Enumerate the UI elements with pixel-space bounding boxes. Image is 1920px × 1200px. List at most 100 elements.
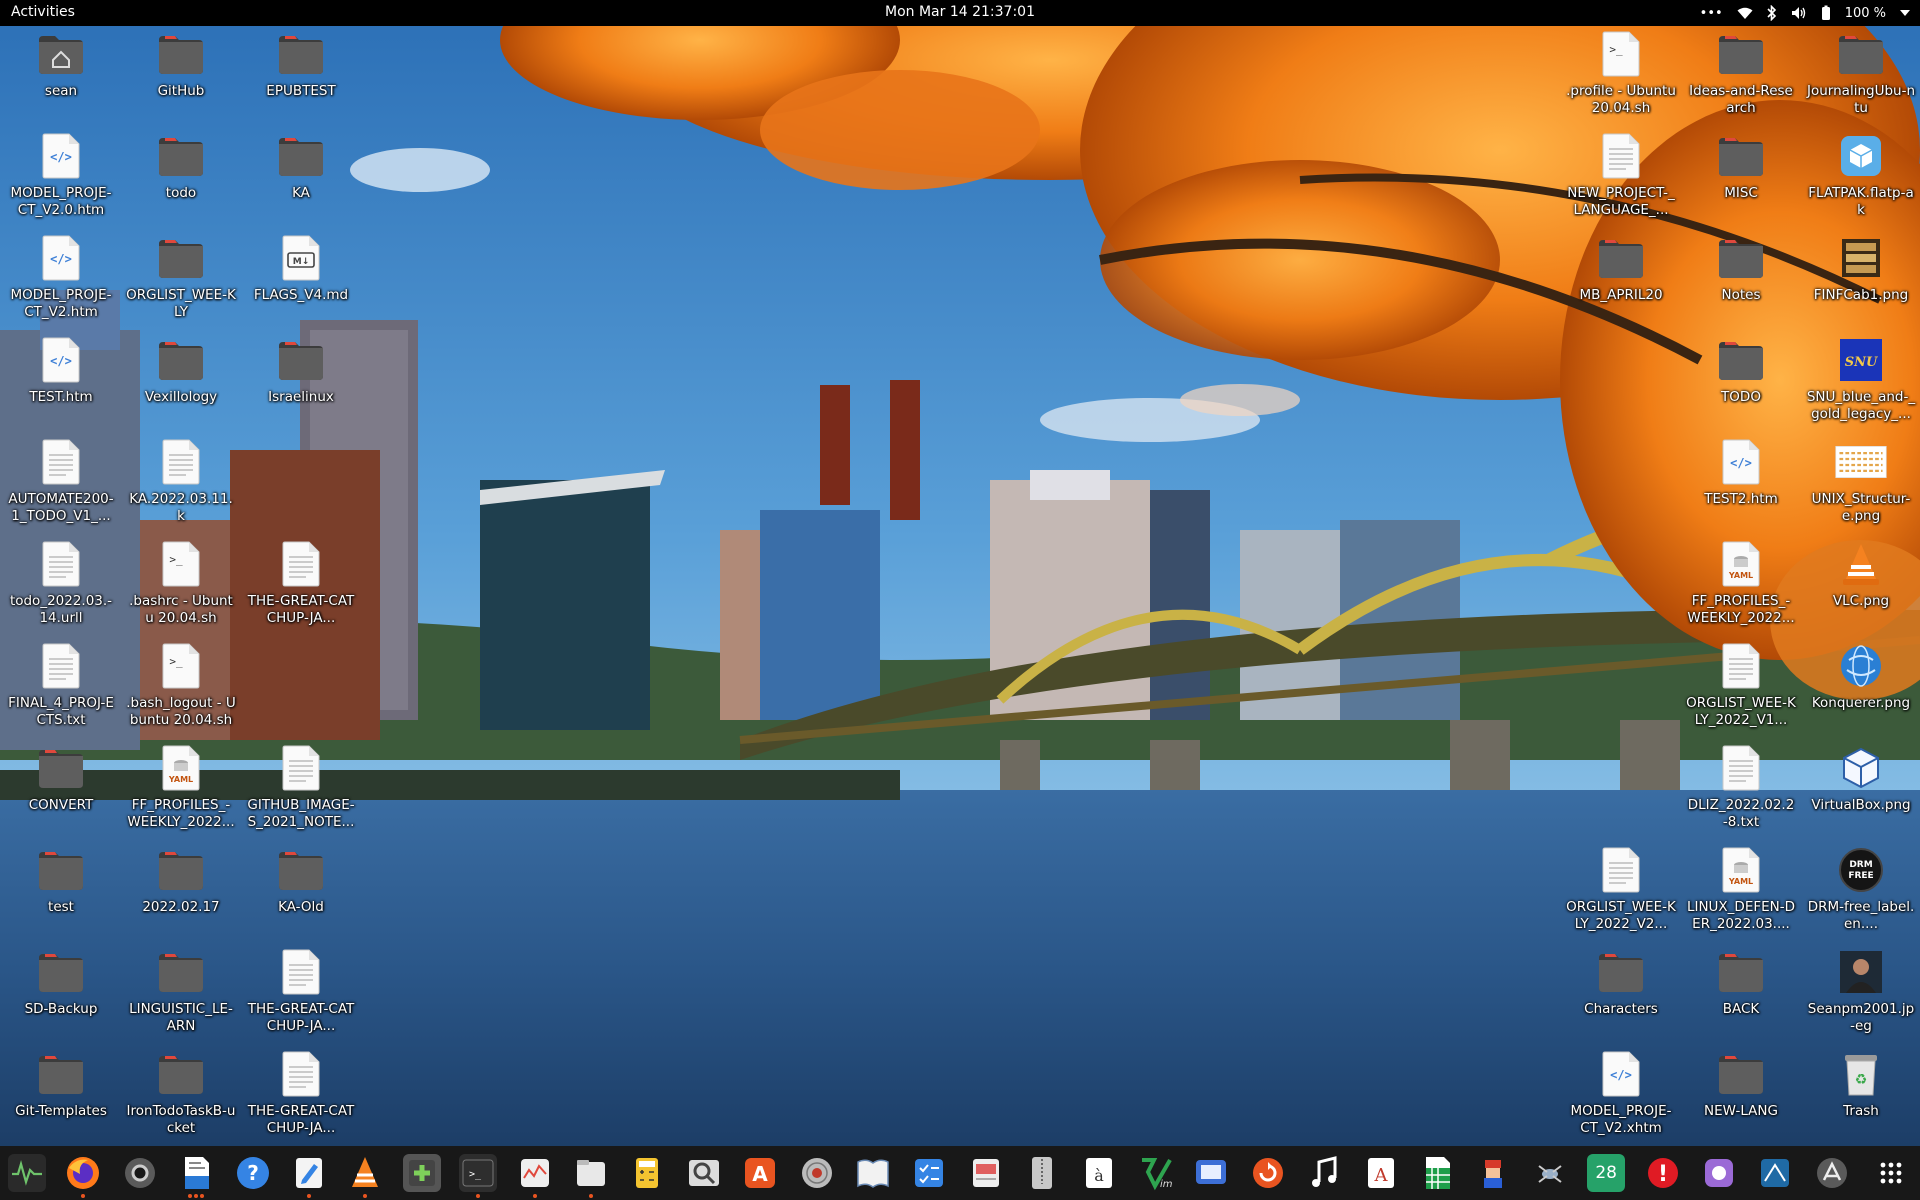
dock-text-editor-icon[interactable] [290, 1154, 328, 1198]
desktop-icon[interactable]: MISC [1686, 130, 1796, 226]
desktop-icon[interactable]: Characters [1566, 946, 1676, 1042]
dock-character-map-icon[interactable]: à [1080, 1154, 1118, 1192]
dock-show-applications-icon[interactable] [1872, 1154, 1910, 1192]
dock-help-icon[interactable]: ? [234, 1154, 272, 1192]
desktop-icon[interactable]: NEW-LANG [1686, 1048, 1796, 1144]
desktop-icon[interactable]: KA [246, 130, 356, 226]
dock-insect-icon[interactable] [1531, 1154, 1569, 1192]
desktop-icon[interactable]: JournalingUbu-ntu [1806, 28, 1916, 124]
system-menu-arrow-icon[interactable] [1900, 10, 1910, 16]
desktop-icon[interactable]: ORGLIST_WEE-KLY_2022_V2... [1566, 844, 1676, 940]
dock-screenshot-icon[interactable] [1700, 1154, 1738, 1192]
desktop-icon[interactable]: TODO [1686, 334, 1796, 430]
system-tray[interactable]: ••• 100 % [1700, 0, 1910, 26]
desktop-icon[interactable]: 2022.02.17 [126, 844, 236, 940]
battery-icon[interactable] [1821, 5, 1831, 21]
desktop-icon[interactable]: Seanpm2001.jp-eg [1806, 946, 1916, 1042]
desktop-icon[interactable]: UNIX_Structur-e.png [1806, 436, 1916, 532]
desktop-icon[interactable]: test [6, 844, 116, 940]
desktop-icon[interactable]: LINGUISTIC_LE-ARN [126, 946, 236, 1042]
volume-icon[interactable] [1791, 6, 1807, 20]
dock-system-monitor-icon[interactable] [8, 1154, 46, 1192]
dock-music-icon[interactable] [1305, 1154, 1343, 1192]
desktop-icon[interactable]: SD-Backup [6, 946, 116, 1042]
desktop-icon[interactable]: SNU SNU_blue_and-_gold_legacy_... [1806, 334, 1916, 430]
more-icon[interactable]: ••• [1700, 6, 1723, 21]
desktop-icon[interactable]: VLC.png [1806, 538, 1916, 634]
desktop-icon[interactable]: YAML FF_PROFILES_-WEEKLY_2022... [1686, 538, 1796, 634]
dock-game-icon[interactable] [1474, 1154, 1512, 1192]
desktop-icon[interactable]: KA.2022.03.11.k [126, 436, 236, 532]
dock-libreoffice-writer-icon[interactable] [177, 1154, 215, 1198]
desktop-icon[interactable]: THE-GREAT-CATCHUP-JA... [246, 946, 356, 1042]
desktop-icon[interactable]: KA-Old [246, 844, 356, 940]
desktop-icon[interactable]: todo_2022.03.-14.urll [6, 538, 116, 634]
wifi-icon[interactable] [1737, 7, 1753, 20]
dock-terminal-icon[interactable]: >_ [459, 1154, 498, 1198]
desktop-icon[interactable]: AUTOMATE200-1_TODO_V1_... [6, 436, 116, 532]
desktop-icon[interactable]: BACK [1686, 946, 1796, 1042]
desktop-icon[interactable]: Ideas-and-Research [1686, 28, 1796, 124]
bluetooth-icon[interactable] [1767, 5, 1777, 21]
desktop-icon[interactable]: >_ .bashrc - Ubuntu 20.04.sh [126, 538, 236, 634]
dock-app-store-icon[interactable] [1813, 1154, 1851, 1192]
dock-geo-icon[interactable] [1756, 1154, 1794, 1192]
dock-todo-icon[interactable] [910, 1154, 948, 1192]
desktop-icon[interactable]: IronTodoTaskB-ucket [126, 1048, 236, 1144]
desktop-icon[interactable]: Israelinux [246, 334, 356, 430]
desktop-icon[interactable]: ♻ Trash [1806, 1048, 1916, 1144]
dock-error-report-icon[interactable]: ! [1644, 1154, 1682, 1192]
desktop-icon[interactable]: MB_APRIL20 [1566, 232, 1676, 328]
desktop-icon[interactable]: FINFCab1.png [1806, 232, 1916, 328]
dock-document-reader-icon[interactable] [854, 1154, 892, 1192]
dock-vlc-icon[interactable] [346, 1154, 384, 1198]
dock-gnome-tweaks-icon[interactable] [402, 1154, 441, 1192]
activities-button[interactable]: Activities [11, 4, 75, 20]
desktop-icon[interactable]: VirtualBox.png [1806, 742, 1916, 838]
desktop-icon[interactable]: >_ .bash_logout - Ubuntu 20.04.sh [126, 640, 236, 736]
dock-firefox-icon[interactable] [64, 1154, 102, 1198]
clock[interactable]: Mon Mar 14 21:37:01 [0, 4, 1920, 20]
desktop-icon[interactable]: Notes [1686, 232, 1796, 328]
dock-software-updater-icon[interactable] [1249, 1154, 1287, 1192]
dock-calendar-icon[interactable]: 28 [1587, 1154, 1626, 1192]
desktop-icon[interactable]: FINAL_4_PROJ-ECTS.txt [6, 640, 116, 736]
dock-image-viewer-icon[interactable] [685, 1154, 723, 1192]
dock-libreoffice-calc-icon[interactable] [1418, 1154, 1456, 1192]
desktop-icon[interactable]: GitHub [126, 28, 236, 124]
desktop-icon[interactable]: DRM FREE DRM-free_label.en.... [1806, 844, 1916, 940]
dock-vim-icon[interactable]: im [1136, 1154, 1174, 1192]
desktop-icon[interactable]: >_ .profile - Ubuntu 20.04.sh [1566, 28, 1676, 124]
dock-settings-icon[interactable] [121, 1154, 159, 1192]
dock-files-icon[interactable] [572, 1154, 610, 1198]
dock-screen-icon[interactable] [1192, 1154, 1230, 1192]
dock-app-center-icon[interactable]: A [741, 1154, 779, 1192]
dock-archive-manager-icon[interactable] [1023, 1154, 1061, 1192]
desktop-icon[interactable]: </> TEST2.htm [1686, 436, 1796, 532]
desktop-icon[interactable]: GITHUB_IMAGE-S_2021_NOTE... [246, 742, 356, 838]
desktop-icon[interactable]: FLATPAK.flatp-ak [1806, 130, 1916, 226]
desktop-icon[interactable]: ORGLIST_WEE-KLY_2022_V1... [1686, 640, 1796, 736]
desktop-icon[interactable]: sean [6, 28, 116, 124]
desktop-icon[interactable]: todo [126, 130, 236, 226]
desktop-icon[interactable]: Vexillology [126, 334, 236, 430]
desktop-icon[interactable]: </> MODEL_PROJE-CT_V2.0.htm [6, 130, 116, 226]
dock-font-viewer-icon[interactable]: A [1362, 1154, 1400, 1192]
battery-percentage[interactable]: 100 % [1845, 6, 1886, 21]
dock-calculator-icon[interactable] [628, 1154, 666, 1192]
desktop-icon[interactable]: DLIZ_2022.02.2-8.txt [1686, 742, 1796, 838]
desktop-icon[interactable]: CONVERT [6, 742, 116, 838]
desktop-icon[interactable]: YAML LINUX_DEFEN-DER_2022.03.... [1686, 844, 1796, 940]
desktop-icon[interactable]: THE-GREAT-CATCHUP-JA... [246, 1048, 356, 1144]
desktop-icon[interactable]: NEW_PROJECT-_LANGUAGE_... [1566, 130, 1676, 226]
desktop-icon[interactable]: M↓ FLAGS_V4.md [246, 232, 356, 328]
desktop-icon[interactable]: </> MODEL_PROJE-CT_V2.htm [6, 232, 116, 328]
desktop-icon[interactable]: Konquerer.png [1806, 640, 1916, 736]
desktop-icon[interactable]: </> TEST.htm [6, 334, 116, 430]
desktop-icon[interactable]: </> MODEL_PROJE-CT_V2.xhtm [1566, 1048, 1676, 1144]
dock-bug-report-icon[interactable] [967, 1154, 1005, 1192]
desktop-icon[interactable]: Git-Templates [6, 1048, 116, 1144]
dock-logs-icon[interactable] [516, 1154, 554, 1198]
desktop-icon[interactable]: YAML FF_PROFILES_-WEEKLY_2022... [126, 742, 236, 838]
desktop-icon[interactable]: THE-GREAT-CATCHUP-JA... [246, 538, 356, 634]
